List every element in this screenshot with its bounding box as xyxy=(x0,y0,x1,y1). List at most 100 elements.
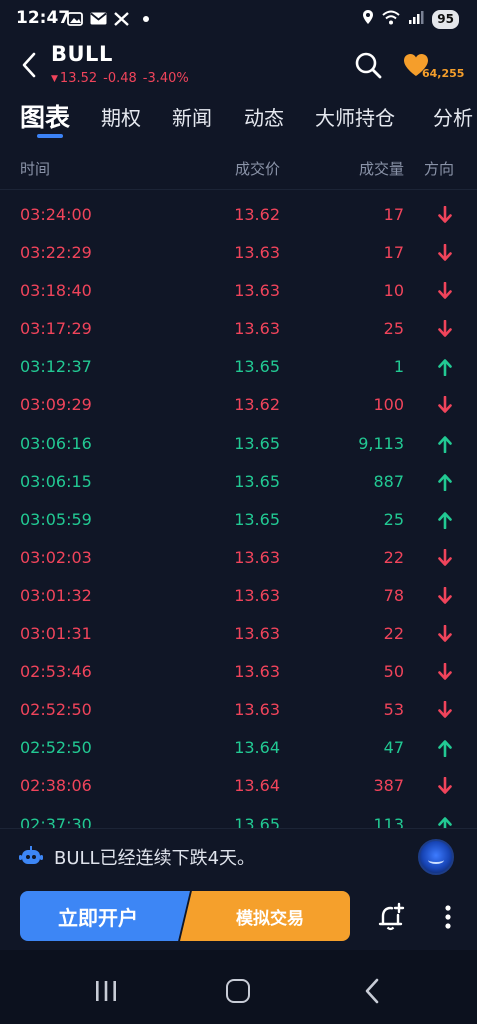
trade-time: 03:06:15 xyxy=(20,471,92,491)
arrow-up-icon xyxy=(437,358,453,377)
trade-row: 02:52:50 13.63 53 xyxy=(0,691,477,729)
trade-volume: 113 xyxy=(373,814,404,829)
ai-assistant-button[interactable] xyxy=(418,839,454,875)
tab-feed[interactable]: 动态 xyxy=(244,102,284,131)
trade-row: 03:01:31 13.63 22 xyxy=(0,615,477,653)
location-icon xyxy=(362,9,374,29)
trade-row: 03:22:29 13.63 17 xyxy=(0,234,477,272)
trade-price: 13.63 xyxy=(234,281,280,301)
header-price: 成交价 xyxy=(234,160,280,178)
trade-row: 03:09:29 13.62 100 xyxy=(0,386,477,424)
tab-analysis[interactable]: 分析 xyxy=(433,102,473,131)
arrow-down-icon xyxy=(437,662,453,681)
action-bar: 立即开户 模拟交易 xyxy=(0,884,477,950)
favorite-count: 64,255 xyxy=(422,67,465,80)
arrow-up-icon xyxy=(437,511,453,530)
battery-indicator: 95 xyxy=(432,9,459,29)
gallery-icon xyxy=(66,11,84,26)
home-button[interactable] xyxy=(226,979,250,1003)
stock-change: -0.48 xyxy=(103,71,137,86)
trade-row: 03:24:00 13.62 17 xyxy=(0,196,477,234)
price-alert-button[interactable] xyxy=(377,902,407,932)
trade-time: 03:12:37 xyxy=(20,357,92,377)
trade-volume: 9,113 xyxy=(358,433,404,453)
favorite-button[interactable]: 64,255 xyxy=(402,50,464,82)
bell-plus-icon xyxy=(378,902,405,931)
trade-row: 03:01:32 13.63 78 xyxy=(0,577,477,615)
trade-volume: 25 xyxy=(383,319,404,339)
status-bar: 12:47 95 xyxy=(0,0,477,40)
stock-quote: ▼ 13.52 -0.48 -3.40% xyxy=(51,71,189,86)
trade-volume: 22 xyxy=(383,624,404,644)
trade-time: 03:24:00 xyxy=(20,205,92,224)
trade-time: 03:06:16 xyxy=(20,433,92,453)
arrow-down-icon xyxy=(437,700,453,719)
arrow-up-icon xyxy=(437,473,453,491)
trade-time: 03:22:29 xyxy=(20,243,92,263)
arrow-down-icon xyxy=(437,548,453,567)
trade-price: 13.63 xyxy=(234,662,280,682)
trade-row: 02:38:06 13.64 387 xyxy=(0,767,477,805)
tab-news[interactable]: 新闻 xyxy=(172,102,212,131)
paper-trade-button[interactable]: 模拟交易 xyxy=(180,891,350,941)
tab-options[interactable]: 期权 xyxy=(101,102,141,131)
arrow-up-icon xyxy=(437,739,453,758)
arrow-down-icon xyxy=(437,319,453,338)
trades-table-body[interactable]: 03:24:00 13.62 17 03:22:29 13.63 17 03:18:40 13… xyxy=(0,196,477,828)
header-direction: 方向 xyxy=(424,160,455,178)
trade-volume: 22 xyxy=(383,547,404,567)
trade-volume: 47 xyxy=(383,738,404,758)
trade-price: 13.63 xyxy=(234,585,280,605)
mail-icon xyxy=(89,11,107,26)
arrow-down-icon xyxy=(437,396,453,414)
trade-row: 03:18:40 13.63 10 xyxy=(0,272,477,310)
trade-price: 13.62 xyxy=(234,205,280,224)
tab-chart[interactable]: 图表 xyxy=(20,98,70,134)
back-button[interactable] xyxy=(18,50,42,80)
banner-text: BULL已经连续下跌4天。 xyxy=(54,848,256,869)
signal-icon xyxy=(408,10,424,29)
more-button[interactable] xyxy=(440,902,456,932)
tab-master-holdings[interactable]: 大师持仓 xyxy=(315,102,395,131)
trade-time: 03:17:29 xyxy=(20,319,92,339)
trade-volume: 10 xyxy=(383,281,404,301)
robot-icon xyxy=(19,845,43,867)
arrow-up-icon xyxy=(437,435,453,453)
recent-apps-button[interactable] xyxy=(93,980,119,1002)
trade-price: 13.63 xyxy=(234,624,280,644)
trade-volume: 17 xyxy=(383,205,404,224)
trade-price: 13.64 xyxy=(234,776,280,796)
trade-volume: 100 xyxy=(373,395,404,415)
system-nav-bar xyxy=(0,950,477,1024)
trade-time: 03:05:59 xyxy=(20,509,92,529)
trade-price: 13.63 xyxy=(234,547,280,567)
trade-row: 02:37:30 13.65 113 xyxy=(0,806,477,829)
status-time: 12:47 xyxy=(16,8,71,28)
trade-price: 13.65 xyxy=(234,814,280,829)
trade-time: 03:02:03 xyxy=(20,547,92,567)
app-screen: 12:47 95 BULL ▼ 13.52 -0.48 -3.40% 64,25… xyxy=(0,0,477,1024)
trade-volume: 78 xyxy=(383,585,404,605)
chevron-left-icon xyxy=(22,52,36,78)
search-button[interactable] xyxy=(353,50,383,80)
trade-price: 13.63 xyxy=(234,700,280,720)
system-back-button[interactable] xyxy=(362,978,382,1004)
trade-price: 13.62 xyxy=(234,395,280,415)
trade-price: 13.63 xyxy=(234,319,280,339)
trade-volume: 17 xyxy=(383,243,404,263)
arrow-down-icon xyxy=(437,777,453,795)
trades-table-header: 时间 成交价 成交量 方向 xyxy=(0,148,477,190)
trade-volume: 1 xyxy=(393,357,404,377)
arrow-down-icon xyxy=(437,281,453,300)
trade-row: 03:17:29 13.63 25 xyxy=(0,310,477,348)
trade-time: 03:18:40 xyxy=(20,281,92,301)
news-banner[interactable]: BULL已经连续下跌4天。 xyxy=(0,828,477,884)
trade-row: 03:02:03 13.63 22 xyxy=(0,539,477,577)
trade-volume: 887 xyxy=(373,471,404,491)
trade-price: 13.65 xyxy=(234,433,280,453)
trade-price: 13.65 xyxy=(234,509,280,529)
down-triangle-icon: ▼ xyxy=(51,73,58,84)
header-volume: 成交量 xyxy=(358,160,404,178)
open-account-button[interactable]: 立即开户 xyxy=(20,891,190,941)
trade-volume: 387 xyxy=(373,776,404,796)
